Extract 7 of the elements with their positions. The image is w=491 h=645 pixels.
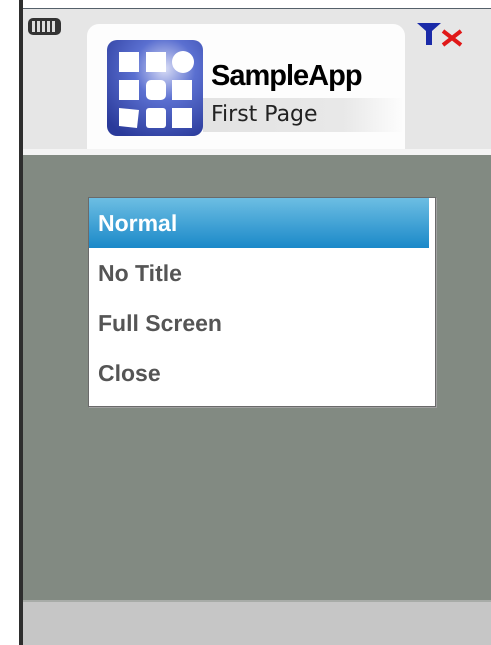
app-title: SampleApp — [210, 59, 363, 94]
menu-item[interactable]: Close — [89, 348, 429, 398]
menu-item[interactable]: No Title — [89, 248, 429, 298]
no-signal-icon — [415, 21, 465, 47]
app-grid-icon — [107, 40, 203, 136]
battery-icon — [27, 15, 63, 37]
menu-item[interactable]: Full Screen — [89, 298, 429, 348]
